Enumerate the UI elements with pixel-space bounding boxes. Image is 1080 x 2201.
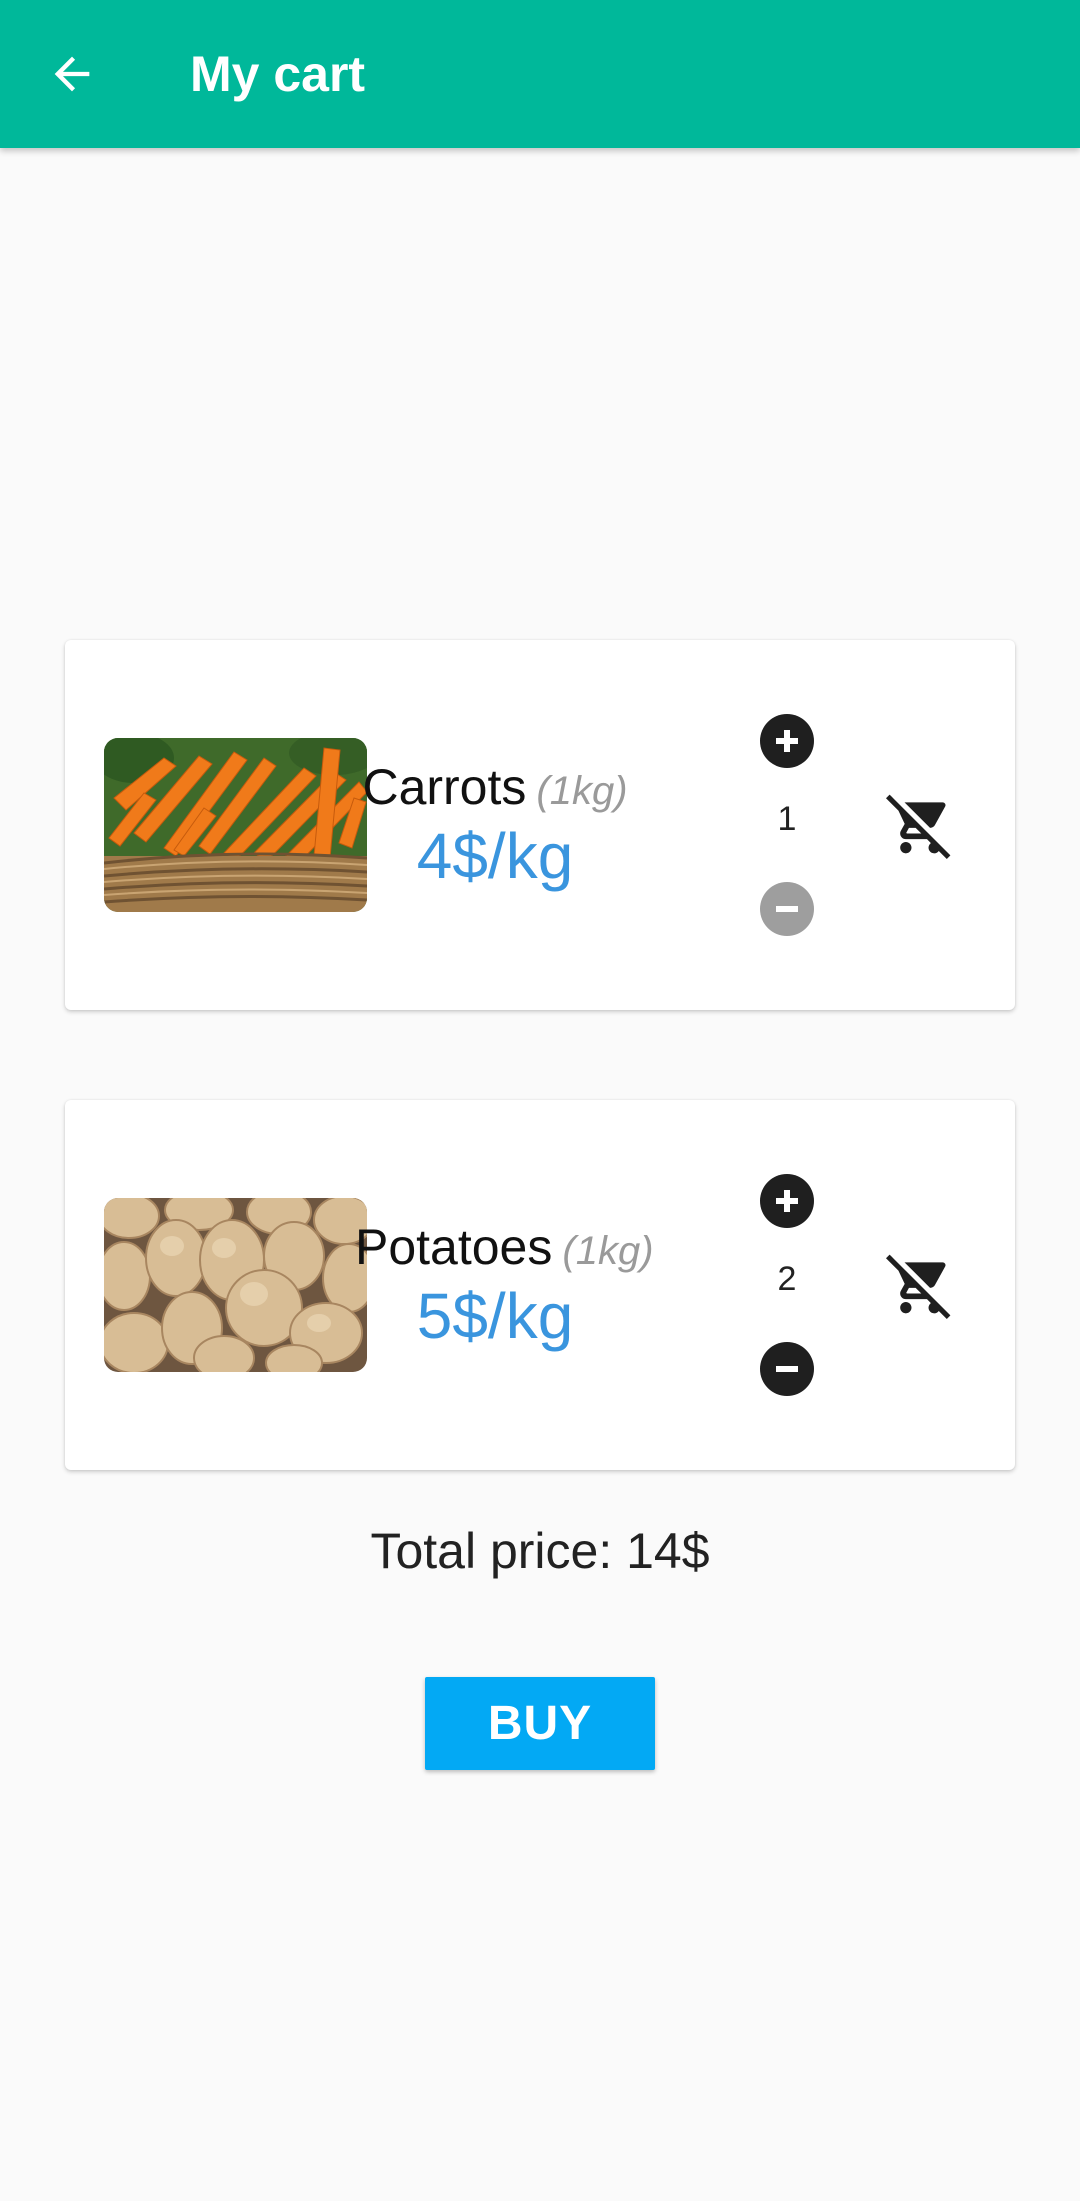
item-price: 5$/kg (416, 1280, 574, 1352)
carrots-image (104, 738, 367, 912)
page-title: My cart (190, 46, 366, 102)
remove-from-cart-button[interactable] (875, 780, 965, 870)
plus-icon (776, 730, 798, 752)
item-name: Potatoes (355, 1219, 553, 1275)
remove-from-cart-button[interactable] (875, 1240, 965, 1330)
cart-item-card: Potatoes (1kg) 5$/kg 2 (65, 1100, 1015, 1470)
quantity-value: 1 (777, 800, 797, 838)
remove-shopping-cart-icon (886, 794, 951, 859)
increase-quantity-button[interactable] (760, 1174, 814, 1228)
total-price: Total price: 14$ (370, 1523, 710, 1579)
buy-button[interactable]: BUY (425, 1677, 655, 1770)
decrease-quantity-button[interactable] (760, 882, 814, 936)
arrow-left-icon (54, 56, 90, 92)
item-weight: (1kg) (536, 769, 628, 813)
item-weight: (1kg) (562, 1229, 654, 1273)
decrease-quantity-button[interactable] (760, 1342, 814, 1396)
item-name: Carrots (362, 759, 527, 815)
remove-shopping-cart-icon (886, 1254, 951, 1319)
potatoes-image (104, 1198, 367, 1372)
increase-quantity-button[interactable] (760, 714, 814, 768)
item-name-line: Carrots (1kg) (355, 758, 635, 816)
plus-icon (776, 1190, 798, 1212)
minus-icon (776, 906, 798, 912)
quantity-value: 2 (777, 1260, 797, 1298)
cart-item-card: Carrots (1kg) 4$/kg 1 (65, 640, 1015, 1010)
back-button[interactable] (28, 30, 116, 118)
app-bar: My cart (0, 0, 1080, 148)
minus-icon (776, 1366, 798, 1372)
item-price: 4$/kg (416, 820, 574, 892)
item-name-line: Potatoes (1kg) (355, 1218, 654, 1276)
